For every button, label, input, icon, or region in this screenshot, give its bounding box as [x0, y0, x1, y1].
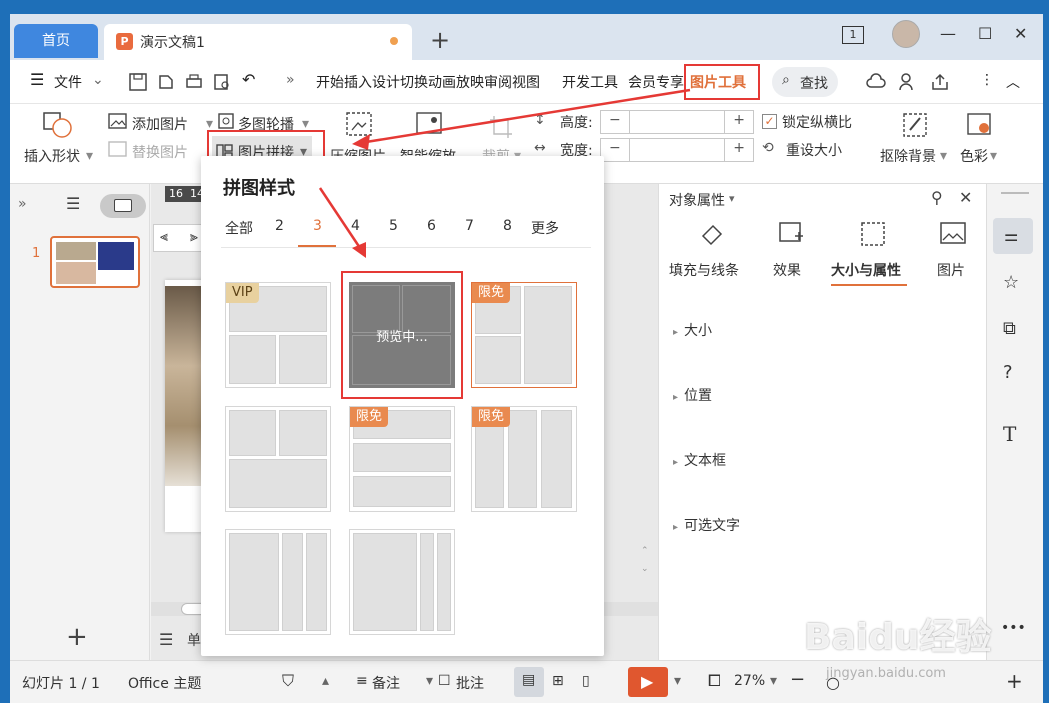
- arrow-to-collage: [365, 88, 691, 144]
- arrow-head-icon: [352, 134, 370, 150]
- arrow-to-preview: [318, 187, 362, 249]
- annotation-arrows: [318, 88, 691, 258]
